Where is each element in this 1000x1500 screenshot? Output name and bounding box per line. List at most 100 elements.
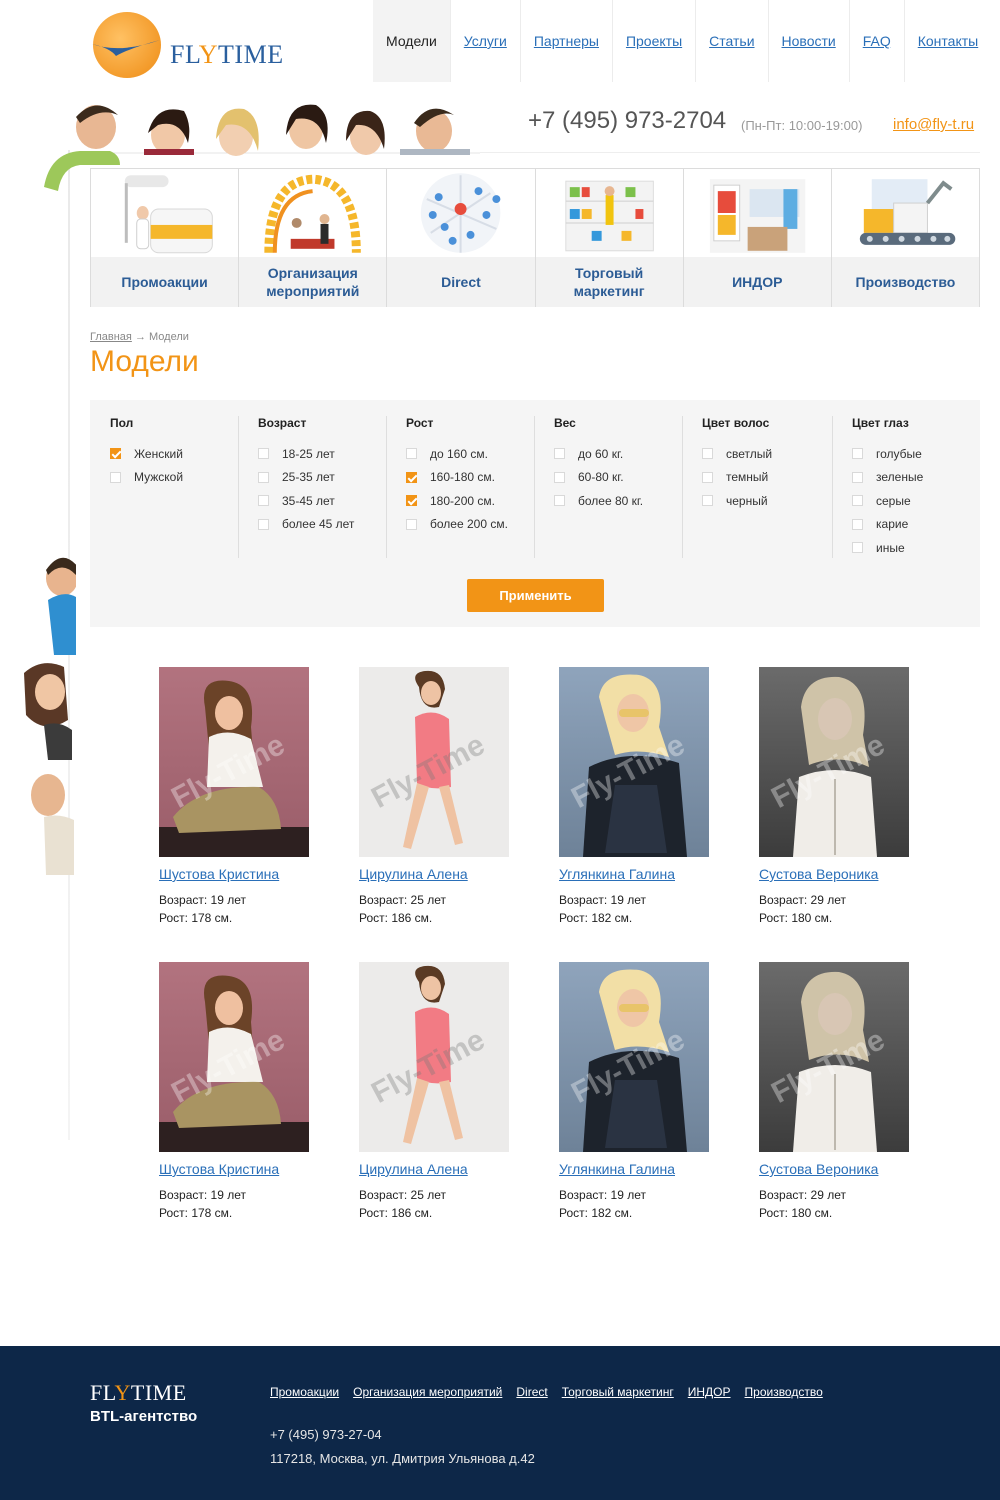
- filter-weight: Вес до 60 кг. 60-80 кг. более 80 кг.: [534, 416, 682, 558]
- nav-item-services[interactable]: Услуги: [449, 0, 520, 82]
- filter-option-age-45-plus[interactable]: более 45 лет: [258, 513, 386, 537]
- model-name-link[interactable]: Сустова Вероника: [759, 866, 909, 882]
- model-photo[interactable]: Fly-Time: [759, 962, 909, 1152]
- checkbox[interactable]: [852, 471, 863, 483]
- checkbox[interactable]: [554, 471, 565, 483]
- checkbox[interactable]: [852, 518, 863, 530]
- top-navigation: Модели Услуги Партнеры Проекты Статьи Но…: [373, 0, 991, 82]
- nav-item-projects[interactable]: Проекты: [611, 0, 695, 82]
- filter-option-female[interactable]: Женский: [110, 442, 238, 466]
- model-photo[interactable]: Fly-Time: [159, 962, 309, 1152]
- nav-item-models[interactable]: Модели: [373, 0, 450, 82]
- contact-hours: (Пн-Пт: 10:00-19:00): [741, 118, 863, 133]
- nav-item-news[interactable]: Новости: [767, 0, 849, 82]
- logo-wordmark: FLYTIME: [170, 40, 284, 69]
- filter-age: Возраст 18-25 лет 25-35 лет 35-45 лет бо…: [238, 416, 386, 558]
- promo-stand-icon: [91, 169, 239, 257]
- filter-option-eyes-brown[interactable]: карие: [852, 513, 980, 537]
- filter-option-eyes-other[interactable]: иные: [852, 536, 980, 560]
- checkbox[interactable]: [406, 518, 417, 530]
- footer-link-trade-marketing[interactable]: Торговый маркетинг: [562, 1385, 674, 1399]
- service-label: Промоакции: [91, 257, 239, 307]
- filter-option-eyes-gray[interactable]: серые: [852, 489, 980, 513]
- model-name-link[interactable]: Углянкина Галина: [559, 866, 709, 882]
- filter-hair-color: Цвет волос светлый темный черный: [682, 416, 830, 558]
- service-label: Производство: [831, 257, 980, 307]
- filter-option-hair-light[interactable]: светлый: [702, 442, 830, 466]
- checkbox[interactable]: [852, 542, 863, 554]
- filter-option-age-25-35[interactable]: 25-35 лет: [258, 466, 386, 490]
- checkbox[interactable]: [258, 448, 269, 460]
- filter-option-height-180-200[interactable]: 180-200 см.: [406, 489, 534, 513]
- model-name-link[interactable]: Цирулина Алена: [359, 866, 509, 882]
- filter-option-weight-under-60[interactable]: до 60 кг.: [554, 442, 682, 466]
- footer-logo[interactable]: FLYTIME: [90, 1380, 187, 1406]
- filter-option-eyes-blue[interactable]: голубые: [852, 442, 980, 466]
- footer-link-promo[interactable]: Промоакции: [270, 1385, 339, 1399]
- checkbox[interactable]: [258, 495, 269, 507]
- filter-option-weight-over-80[interactable]: более 80 кг.: [554, 489, 682, 513]
- model-photo[interactable]: Fly-Time: [759, 667, 909, 857]
- model-photo[interactable]: Fly-Time: [559, 667, 709, 857]
- checkbox[interactable]: [554, 495, 565, 507]
- checkbox[interactable]: [702, 495, 713, 507]
- checkbox[interactable]: [702, 448, 713, 460]
- model-photo[interactable]: Fly-Time: [159, 667, 309, 857]
- apply-filters-button[interactable]: Применить: [467, 579, 604, 612]
- nav-item-articles[interactable]: Статьи: [695, 0, 767, 82]
- checkbox[interactable]: [852, 495, 863, 507]
- checkbox-checked[interactable]: [406, 471, 417, 483]
- service-indoor[interactable]: ИНДОР: [682, 169, 831, 307]
- breadcrumb-home-link[interactable]: Главная: [90, 331, 132, 343]
- filter-option-height-160-180[interactable]: 160-180 см.: [406, 466, 534, 490]
- model-name-link[interactable]: Цирулина Алена: [359, 1161, 509, 1177]
- flytime-logo[interactable]: FLYTIME: [90, 12, 283, 82]
- model-details: Возраст: 19 лет Рост: 182 см.: [559, 893, 647, 925]
- filter-option-eyes-green[interactable]: зеленые: [852, 466, 980, 490]
- checkbox[interactable]: [258, 471, 269, 483]
- filter-option-age-18-25[interactable]: 18-25 лет: [258, 442, 386, 466]
- breadcrumb: Главная → Модели: [90, 331, 189, 343]
- service-trade-marketing[interactable]: Торговый маркетинг: [534, 169, 683, 307]
- service-events[interactable]: Организация мероприятий: [238, 169, 387, 307]
- model-photo[interactable]: Fly-Time: [559, 962, 709, 1152]
- filter-option-male[interactable]: Мужской: [110, 466, 238, 490]
- checkbox[interactable]: [258, 518, 269, 530]
- checkbox-checked[interactable]: [406, 495, 417, 507]
- model-card: Fly-Time Цирулина Алена Возраст: 25 лет Р…: [359, 667, 509, 927]
- contact-email-link[interactable]: info@fly-t.ru: [893, 116, 974, 133]
- model-name-link[interactable]: Шустова Кристина: [159, 866, 309, 882]
- model-photo[interactable]: Fly-Time: [359, 667, 509, 857]
- nav-item-contacts[interactable]: Контакты: [903, 0, 991, 82]
- model-name-link[interactable]: Углянкина Галина: [559, 1161, 709, 1177]
- model-details: Возраст: 25 лет Рост: 186 см.: [359, 1188, 447, 1220]
- filter-option-height-under-160[interactable]: до 160 см.: [406, 442, 534, 466]
- filter-height: Рост до 160 см. 160-180 см. 180-200 см. …: [386, 416, 534, 558]
- checkbox[interactable]: [852, 448, 863, 460]
- model-name-link[interactable]: Сустова Вероника: [759, 1161, 909, 1177]
- nav-item-faq[interactable]: FAQ: [848, 0, 904, 82]
- checkbox[interactable]: [554, 448, 565, 460]
- footer-link-indoor[interactable]: ИНДОР: [688, 1385, 731, 1399]
- footer-link-direct[interactable]: Direct: [516, 1385, 547, 1399]
- filter-divider: [682, 416, 683, 558]
- model-photo[interactable]: Fly-Time: [359, 962, 509, 1152]
- footer-link-events[interactable]: Организация мероприятий: [353, 1385, 502, 1399]
- service-production[interactable]: Производство: [830, 169, 980, 307]
- model-name-link[interactable]: Шустова Кристина: [159, 1161, 309, 1177]
- filter-option-weight-60-80[interactable]: 60-80 кг.: [554, 466, 682, 490]
- checkbox-checked[interactable]: [110, 448, 121, 460]
- footer-link-production[interactable]: Производство: [745, 1385, 823, 1399]
- service-promo[interactable]: Промоакции: [91, 169, 239, 307]
- breadcrumb-arrow-icon: →: [134, 331, 146, 343]
- checkbox[interactable]: [110, 471, 121, 483]
- service-label: Торговый маркетинг: [535, 257, 683, 307]
- checkbox[interactable]: [702, 471, 713, 483]
- filter-option-age-35-45[interactable]: 35-45 лет: [258, 489, 386, 513]
- filter-option-hair-dark[interactable]: темный: [702, 466, 830, 490]
- filter-option-hair-black[interactable]: черный: [702, 489, 830, 513]
- nav-item-partners[interactable]: Партнеры: [519, 0, 612, 82]
- checkbox[interactable]: [406, 448, 417, 460]
- service-direct[interactable]: Direct: [386, 169, 535, 307]
- filter-option-height-over-200[interactable]: более 200 см.: [406, 513, 534, 537]
